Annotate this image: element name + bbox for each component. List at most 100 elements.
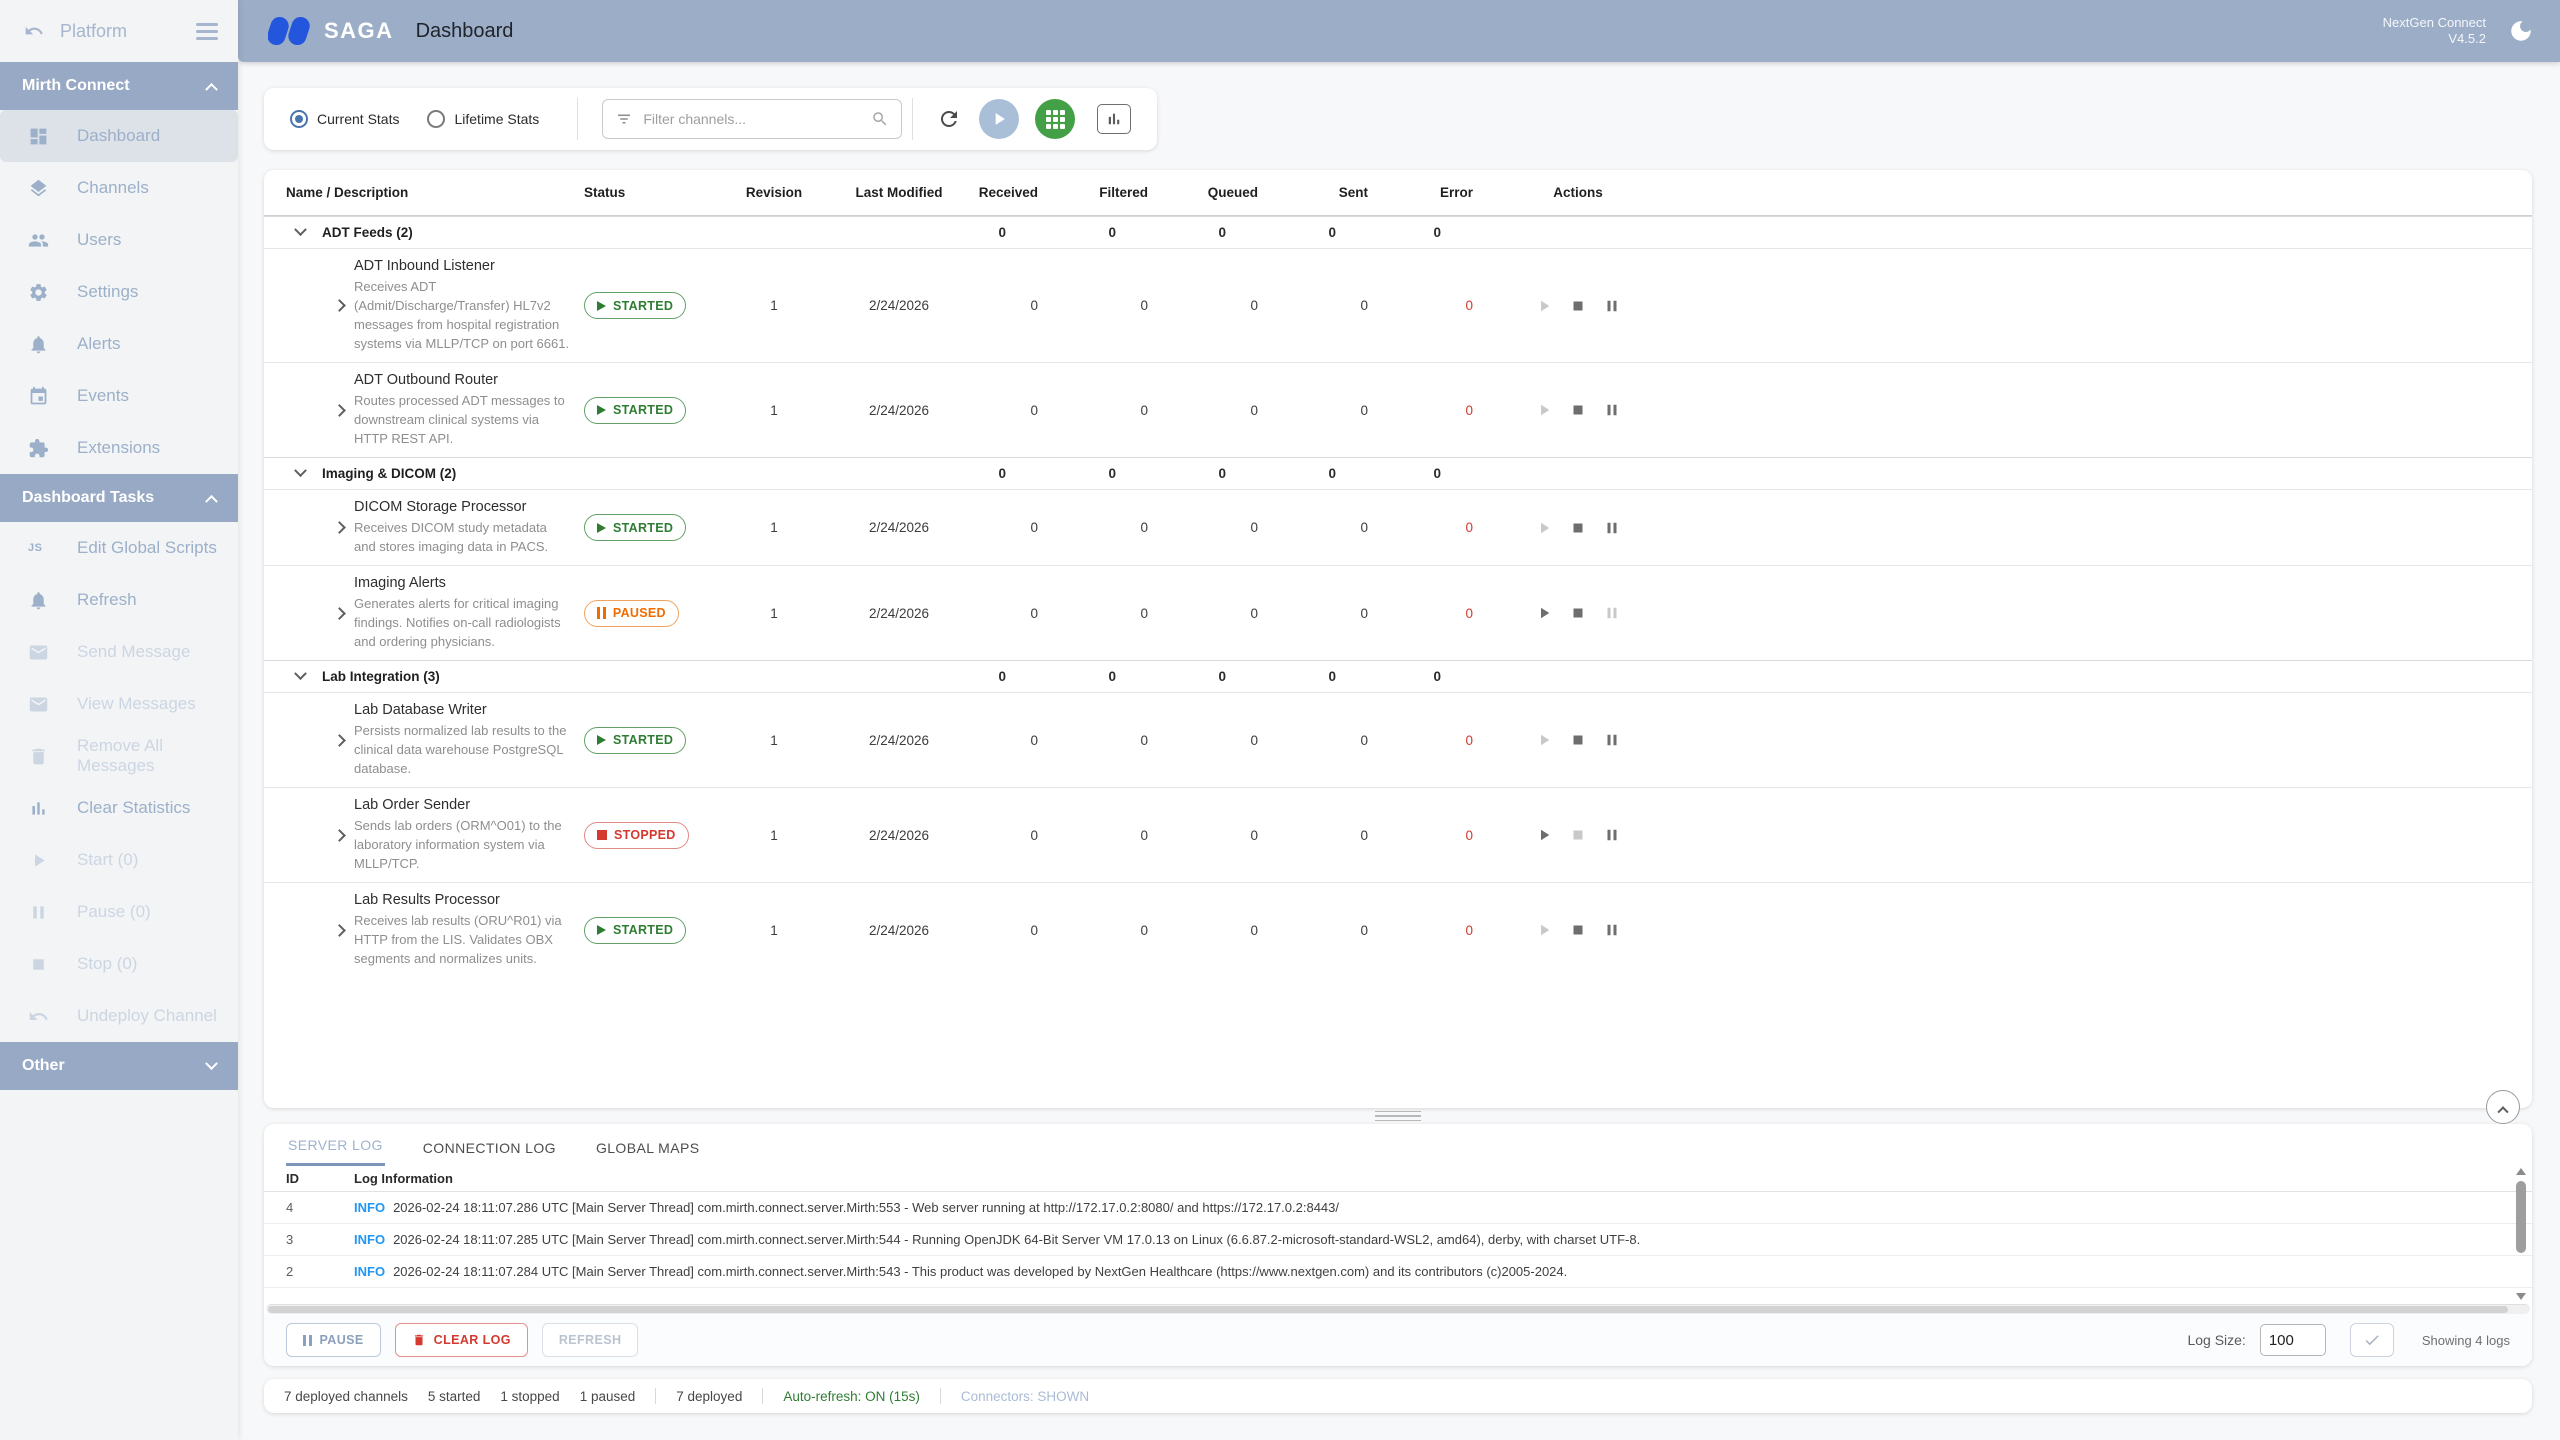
mail-icon bbox=[28, 642, 49, 663]
channel-row[interactable]: Lab Results Processor Receives lab resul… bbox=[264, 882, 2532, 977]
pause-channel-icon[interactable] bbox=[1603, 921, 1621, 939]
stop-channel-icon bbox=[1569, 826, 1587, 844]
sidebar-item-events[interactable]: Events bbox=[0, 370, 238, 422]
pause-channel-icon[interactable] bbox=[1603, 731, 1621, 749]
collapse-chevron-icon[interactable] bbox=[294, 464, 307, 477]
drag-handle-icon[interactable] bbox=[1375, 1111, 1421, 1122]
channel-row[interactable]: ADT Outbound Router Routes processed ADT… bbox=[264, 362, 2532, 457]
stop-channel-icon[interactable] bbox=[1569, 921, 1587, 939]
group-row[interactable]: ADT Feeds (2) 0 0 0 0 0 bbox=[264, 216, 2532, 248]
log-size-input[interactable] bbox=[2260, 1324, 2326, 1356]
sidebar-item-dashboard[interactable]: Dashboard bbox=[0, 110, 238, 162]
expand-chevron-icon[interactable] bbox=[333, 521, 346, 534]
puzzle-icon bbox=[28, 438, 49, 459]
collapse-log-panel-button[interactable] bbox=[2486, 1090, 2520, 1124]
mail-icon bbox=[28, 694, 49, 715]
group-row[interactable]: Imaging & DICOM (2) 0 0 0 0 0 bbox=[264, 457, 2532, 489]
sidebar-item-refresh[interactable]: Refresh bbox=[0, 574, 238, 626]
auto-refresh-status[interactable]: Auto-refresh: ON (15s) bbox=[783, 1389, 920, 1404]
bell-icon bbox=[28, 590, 49, 611]
start-channel-icon[interactable] bbox=[1535, 826, 1553, 844]
stop-channel-icon[interactable] bbox=[1569, 297, 1587, 315]
stop-channel-icon[interactable] bbox=[1569, 604, 1587, 622]
status-divider bbox=[940, 1388, 941, 1404]
sidebar-item-channels[interactable]: Channels bbox=[0, 162, 238, 214]
sidebar-section-dashboard-tasks[interactable]: Dashboard Tasks bbox=[0, 474, 238, 522]
log-horizontal-scrollbar[interactable] bbox=[266, 1304, 2530, 1314]
current-stats-radio[interactable]: Current Stats bbox=[290, 110, 399, 128]
toolbar-divider bbox=[912, 98, 913, 140]
statistics-view-button[interactable] bbox=[1097, 104, 1131, 134]
channel-description: Receives DICOM study metadata and stores… bbox=[354, 518, 572, 556]
pause-channel-icon[interactable] bbox=[1603, 297, 1621, 315]
play-icon bbox=[597, 301, 606, 311]
platform-switcher[interactable]: Platform bbox=[0, 0, 238, 62]
pause-channel-icon[interactable] bbox=[1603, 401, 1621, 419]
channel-row[interactable]: Imaging Alerts Generates alerts for crit… bbox=[264, 565, 2532, 660]
expand-chevron-icon[interactable] bbox=[333, 924, 346, 937]
log-row[interactable]: 2 INFO2026-02-24 18:11:07.284 UTC [Main … bbox=[264, 1256, 2532, 1288]
expand-chevron-icon[interactable] bbox=[333, 829, 346, 842]
pause-log-button[interactable]: PAUSE bbox=[286, 1323, 381, 1357]
log-level-badge: INFO bbox=[354, 1232, 385, 1247]
start-channel-icon[interactable] bbox=[1535, 604, 1553, 622]
sidebar-item-edit-global-scripts[interactable]: JS Edit Global Scripts bbox=[0, 522, 238, 574]
group-view-toggle-button[interactable] bbox=[1035, 99, 1075, 139]
sidebar-item-users[interactable]: Users bbox=[0, 214, 238, 266]
channel-row[interactable]: Lab Database Writer Persists normalized … bbox=[264, 692, 2532, 787]
collapse-chevron-icon[interactable] bbox=[294, 667, 307, 680]
stop-channel-icon[interactable] bbox=[1569, 401, 1587, 419]
panel-resize-divider[interactable] bbox=[264, 1108, 2532, 1124]
refresh-icon[interactable] bbox=[937, 107, 961, 131]
scrollbar-thumb[interactable] bbox=[268, 1306, 2508, 1313]
channel-row[interactable]: ADT Inbound Listener Receives ADT (Admit… bbox=[264, 248, 2532, 362]
scroll-down-arrow-icon[interactable] bbox=[2516, 1293, 2526, 1300]
log-vertical-scrollbar[interactable] bbox=[2514, 1168, 2528, 1300]
paused-count: 1 paused bbox=[580, 1389, 636, 1404]
sidebar-section-mirth-connect[interactable]: Mirth Connect bbox=[0, 62, 238, 110]
apply-log-size-button[interactable] bbox=[2350, 1323, 2394, 1357]
tab-server-log[interactable]: SERVER LOG bbox=[286, 1137, 385, 1166]
channel-name: ADT Outbound Router bbox=[354, 372, 572, 388]
sidebar-item-settings[interactable]: Settings bbox=[0, 266, 238, 318]
channel-row[interactable]: DICOM Storage Processor Receives DICOM s… bbox=[264, 489, 2532, 565]
dark-mode-moon-icon[interactable] bbox=[2508, 18, 2534, 44]
pause-icon bbox=[303, 1335, 312, 1346]
tab-global-maps[interactable]: GLOBAL MAPS bbox=[594, 1140, 701, 1166]
sidebar-item-extensions[interactable]: Extensions bbox=[0, 422, 238, 474]
filter-channels-input[interactable] bbox=[643, 111, 861, 127]
connectors-status[interactable]: Connectors: SHOWN bbox=[961, 1389, 1089, 1404]
expand-chevron-icon[interactable] bbox=[333, 607, 346, 620]
grid-icon bbox=[1046, 110, 1065, 129]
stop-channel-icon[interactable] bbox=[1569, 731, 1587, 749]
chevron-up-icon bbox=[2497, 1106, 2508, 1117]
scroll-up-arrow-icon[interactable] bbox=[2516, 1168, 2526, 1175]
channel-row[interactable]: Lab Order Sender Sends lab orders (ORM^O… bbox=[264, 787, 2532, 882]
pause-channel-icon[interactable] bbox=[1603, 826, 1621, 844]
group-row[interactable]: Lab Integration (3) 0 0 0 0 0 bbox=[264, 660, 2532, 692]
sidebar-item-alerts[interactable]: Alerts bbox=[0, 318, 238, 370]
chevron-up-icon bbox=[205, 82, 218, 95]
start-channel-icon bbox=[1535, 731, 1553, 749]
expand-chevron-icon[interactable] bbox=[333, 299, 346, 312]
log-level-badge: INFO bbox=[354, 1264, 385, 1279]
channel-name: Lab Results Processor bbox=[354, 892, 572, 908]
scrollbar-thumb[interactable] bbox=[2516, 1181, 2526, 1253]
collapse-chevron-icon[interactable] bbox=[294, 223, 307, 236]
app-root: Platform Mirth Connect Dashboard Channel… bbox=[0, 0, 2560, 1440]
clear-log-button[interactable]: CLEAR LOG bbox=[395, 1323, 528, 1357]
log-row[interactable]: 4 INFO2026-02-24 18:11:07.286 UTC [Main … bbox=[264, 1192, 2532, 1224]
lifetime-stats-radio[interactable]: Lifetime Stats bbox=[427, 110, 539, 128]
stop-channel-icon[interactable] bbox=[1569, 519, 1587, 537]
hamburger-menu-icon[interactable] bbox=[196, 23, 218, 40]
status-badge: STOPPED bbox=[584, 822, 689, 849]
channel-description: Sends lab orders (ORM^O01) to the labora… bbox=[354, 816, 572, 873]
sidebar-item-clear-statistics[interactable]: Clear Statistics bbox=[0, 782, 238, 834]
log-row[interactable]: 3 INFO2026-02-24 18:11:07.285 UTC [Main … bbox=[264, 1224, 2532, 1256]
status-badge: STARTED bbox=[584, 292, 686, 319]
expand-chevron-icon[interactable] bbox=[333, 404, 346, 417]
tab-connection-log[interactable]: CONNECTION LOG bbox=[421, 1140, 558, 1166]
pause-channel-icon[interactable] bbox=[1603, 519, 1621, 537]
expand-chevron-icon[interactable] bbox=[333, 734, 346, 747]
sidebar-section-other[interactable]: Other bbox=[0, 1042, 238, 1090]
